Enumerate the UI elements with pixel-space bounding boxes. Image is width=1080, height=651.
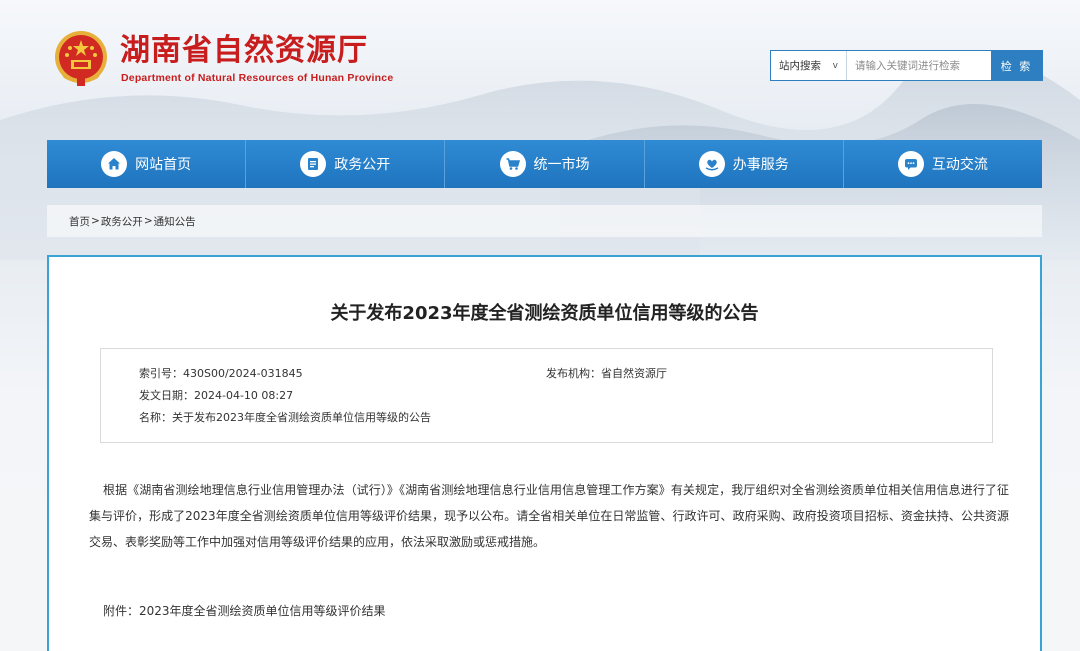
- article-body: 根据《湖南省测绘地理信息行业信用管理办法（试行）》《湖南省测绘地理信息行业信用信…: [89, 483, 1009, 549]
- cart-icon: [499, 151, 526, 177]
- chevron-down-icon: v: [832, 60, 838, 71]
- meta-date-label: 发文日期：: [139, 389, 194, 402]
- home-icon: [101, 151, 128, 177]
- heart-hand-icon: [698, 151, 725, 177]
- search-button[interactable]: 检 索: [991, 51, 1042, 80]
- breadcrumb-separator: >: [91, 215, 100, 227]
- chat-icon: [897, 151, 924, 177]
- national-emblem-logo: [50, 28, 112, 90]
- search-box: 站内搜索 v 检 索: [770, 50, 1043, 81]
- meta-name-label: 名称：: [139, 411, 172, 424]
- article-attachment[interactable]: 附件：2023年度全省测绘资质单位信用等级评价结果: [103, 602, 386, 619]
- nav-item-interaction[interactable]: 互动交流: [844, 140, 1042, 188]
- nav-item-label: 网站首页: [135, 157, 192, 173]
- meta-name-value: 关于发布2023年度全省测绘资质单位信用等级的公告: [172, 411, 431, 424]
- meta-index: 索引号：430S00/2024-031845: [139, 365, 303, 381]
- meta-index-label: 索引号：: [139, 367, 183, 380]
- search-scope-label: 站内搜索: [779, 60, 821, 72]
- search-input[interactable]: [847, 51, 991, 80]
- document-icon: [300, 151, 327, 177]
- breadcrumb-separator: >: [143, 215, 153, 227]
- meta-date-value: 2024-04-10 08:27: [194, 389, 294, 402]
- article-meta-box: 索引号：430S00/2024-031845 发布机构：省自然资源厅 发文日期：…: [100, 348, 993, 443]
- meta-name: 名称：关于发布2023年度全省测绘资质单位信用等级的公告: [139, 409, 431, 425]
- breadcrumb: 首页 > 政务公开 > 通知公告: [47, 205, 1042, 237]
- main-nav: 网站首页 政务公开 统一市场 办事服务 互动交流: [47, 140, 1042, 188]
- nav-item-services[interactable]: 办事服务: [645, 140, 844, 188]
- nav-item-label: 统一市场: [533, 157, 590, 173]
- nav-item-home[interactable]: 网站首页: [47, 140, 247, 188]
- meta-publisher-value: 省自然资源厅: [601, 367, 667, 380]
- breadcrumb-home-link[interactable]: 首页: [69, 214, 90, 229]
- search-scope-select[interactable]: 站内搜索 v: [771, 51, 847, 80]
- nav-item-label: 政务公开: [334, 157, 391, 173]
- meta-publisher: 发布机构：省自然资源厅: [546, 365, 667, 381]
- site-title: 湖南省自然资源厅: [120, 33, 368, 68]
- meta-publisher-label: 发布机构：: [546, 367, 601, 380]
- article-title: 关于发布2023年度全省测绘资质单位信用等级的公告: [330, 303, 759, 324]
- nav-item-unified-market[interactable]: 统一市场: [445, 140, 645, 188]
- meta-date: 发文日期：2024-04-10 08:27: [139, 387, 293, 403]
- site-subtitle: Department of Natural Resources of Hunan…: [121, 72, 394, 84]
- meta-index-value: 430S00/2024-031845: [183, 367, 303, 380]
- article-panel: 关于发布2023年度全省测绘资质单位信用等级的公告 索引号：430S00/202…: [47, 255, 1042, 651]
- nav-item-label: 办事服务: [732, 157, 789, 173]
- breadcrumb-gov-affairs-link[interactable]: 政务公开: [101, 214, 143, 229]
- nav-item-gov-affairs[interactable]: 政务公开: [246, 140, 446, 188]
- nav-item-label: 互动交流: [931, 157, 988, 173]
- breadcrumb-notices-link[interactable]: 通知公告: [154, 214, 196, 229]
